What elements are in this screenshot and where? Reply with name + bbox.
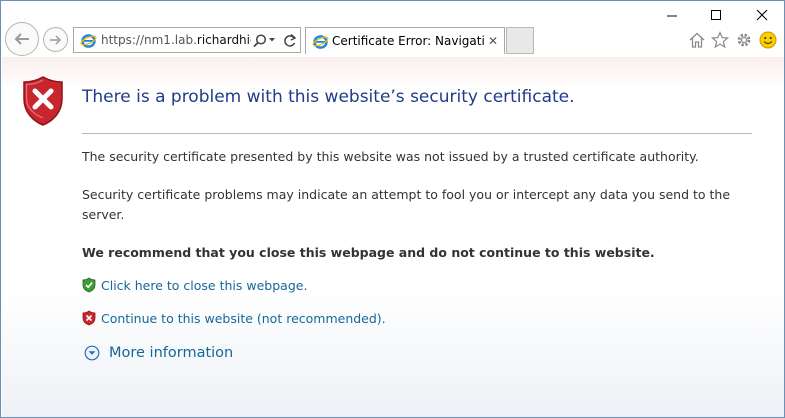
shield-error-icon [82,310,96,326]
new-tab-button[interactable] [506,27,534,54]
tab-close-button[interactable]: ✕ [488,34,498,48]
error-page: There is a problem with this website’s s… [2,57,784,417]
favorites-icon[interactable] [710,30,730,50]
back-button[interactable] [5,22,39,56]
title-divider [82,133,752,134]
smiley-icon[interactable] [758,30,778,50]
search-icon[interactable] [252,33,268,49]
back-icon [14,33,29,45]
address-url-domain: richardhic [196,33,251,47]
address-url-prefix: https://nm1.lab. [101,33,197,47]
close-webpage-row[interactable]: Click here to close this webpage. [82,277,307,293]
shield-ok-icon [82,277,96,293]
tab-certificate-error[interactable]: Certificate Error: Navigation... ✕ [305,27,505,54]
chevron-down-circle-icon [84,345,100,361]
more-information-label[interactable]: More information [109,345,233,361]
continue-website-row[interactable]: Continue to this website (not recommende… [82,310,386,326]
address-bar[interactable]: https://nm1.lab.richardhic... [73,27,301,53]
ie-logo-icon [80,34,97,48]
forward-button[interactable] [43,27,68,52]
ie-logo-icon [312,35,329,49]
forward-icon [49,34,61,45]
page-title: There is a problem with this website’s s… [82,87,575,107]
recommendation-text: We recommend that you close this webpage… [82,245,655,260]
continue-website-link[interactable]: Continue to this website (not recommende… [101,311,386,326]
refresh-icon[interactable] [282,33,298,49]
address-url[interactable]: https://nm1.lab.richardhic... [101,33,251,47]
browser-window: https://nm1.lab.richardhic... Certificat… [0,0,785,418]
settings-icon[interactable] [734,30,754,50]
warning-text: Security certificate problems may indica… [82,187,731,222]
browser-toolbar: https://nm1.lab.richardhic... Certificat… [1,19,784,59]
tab-title: Certificate Error: Navigation... [332,34,484,48]
home-icon[interactable] [687,30,707,50]
shield-error-icon [23,76,63,126]
description-text: The security certificate presented by th… [82,149,699,164]
search-dropdown-icon[interactable] [268,36,276,44]
close-webpage-link[interactable]: Click here to close this webpage. [101,278,307,293]
more-information-toggle[interactable]: More information [84,345,233,361]
